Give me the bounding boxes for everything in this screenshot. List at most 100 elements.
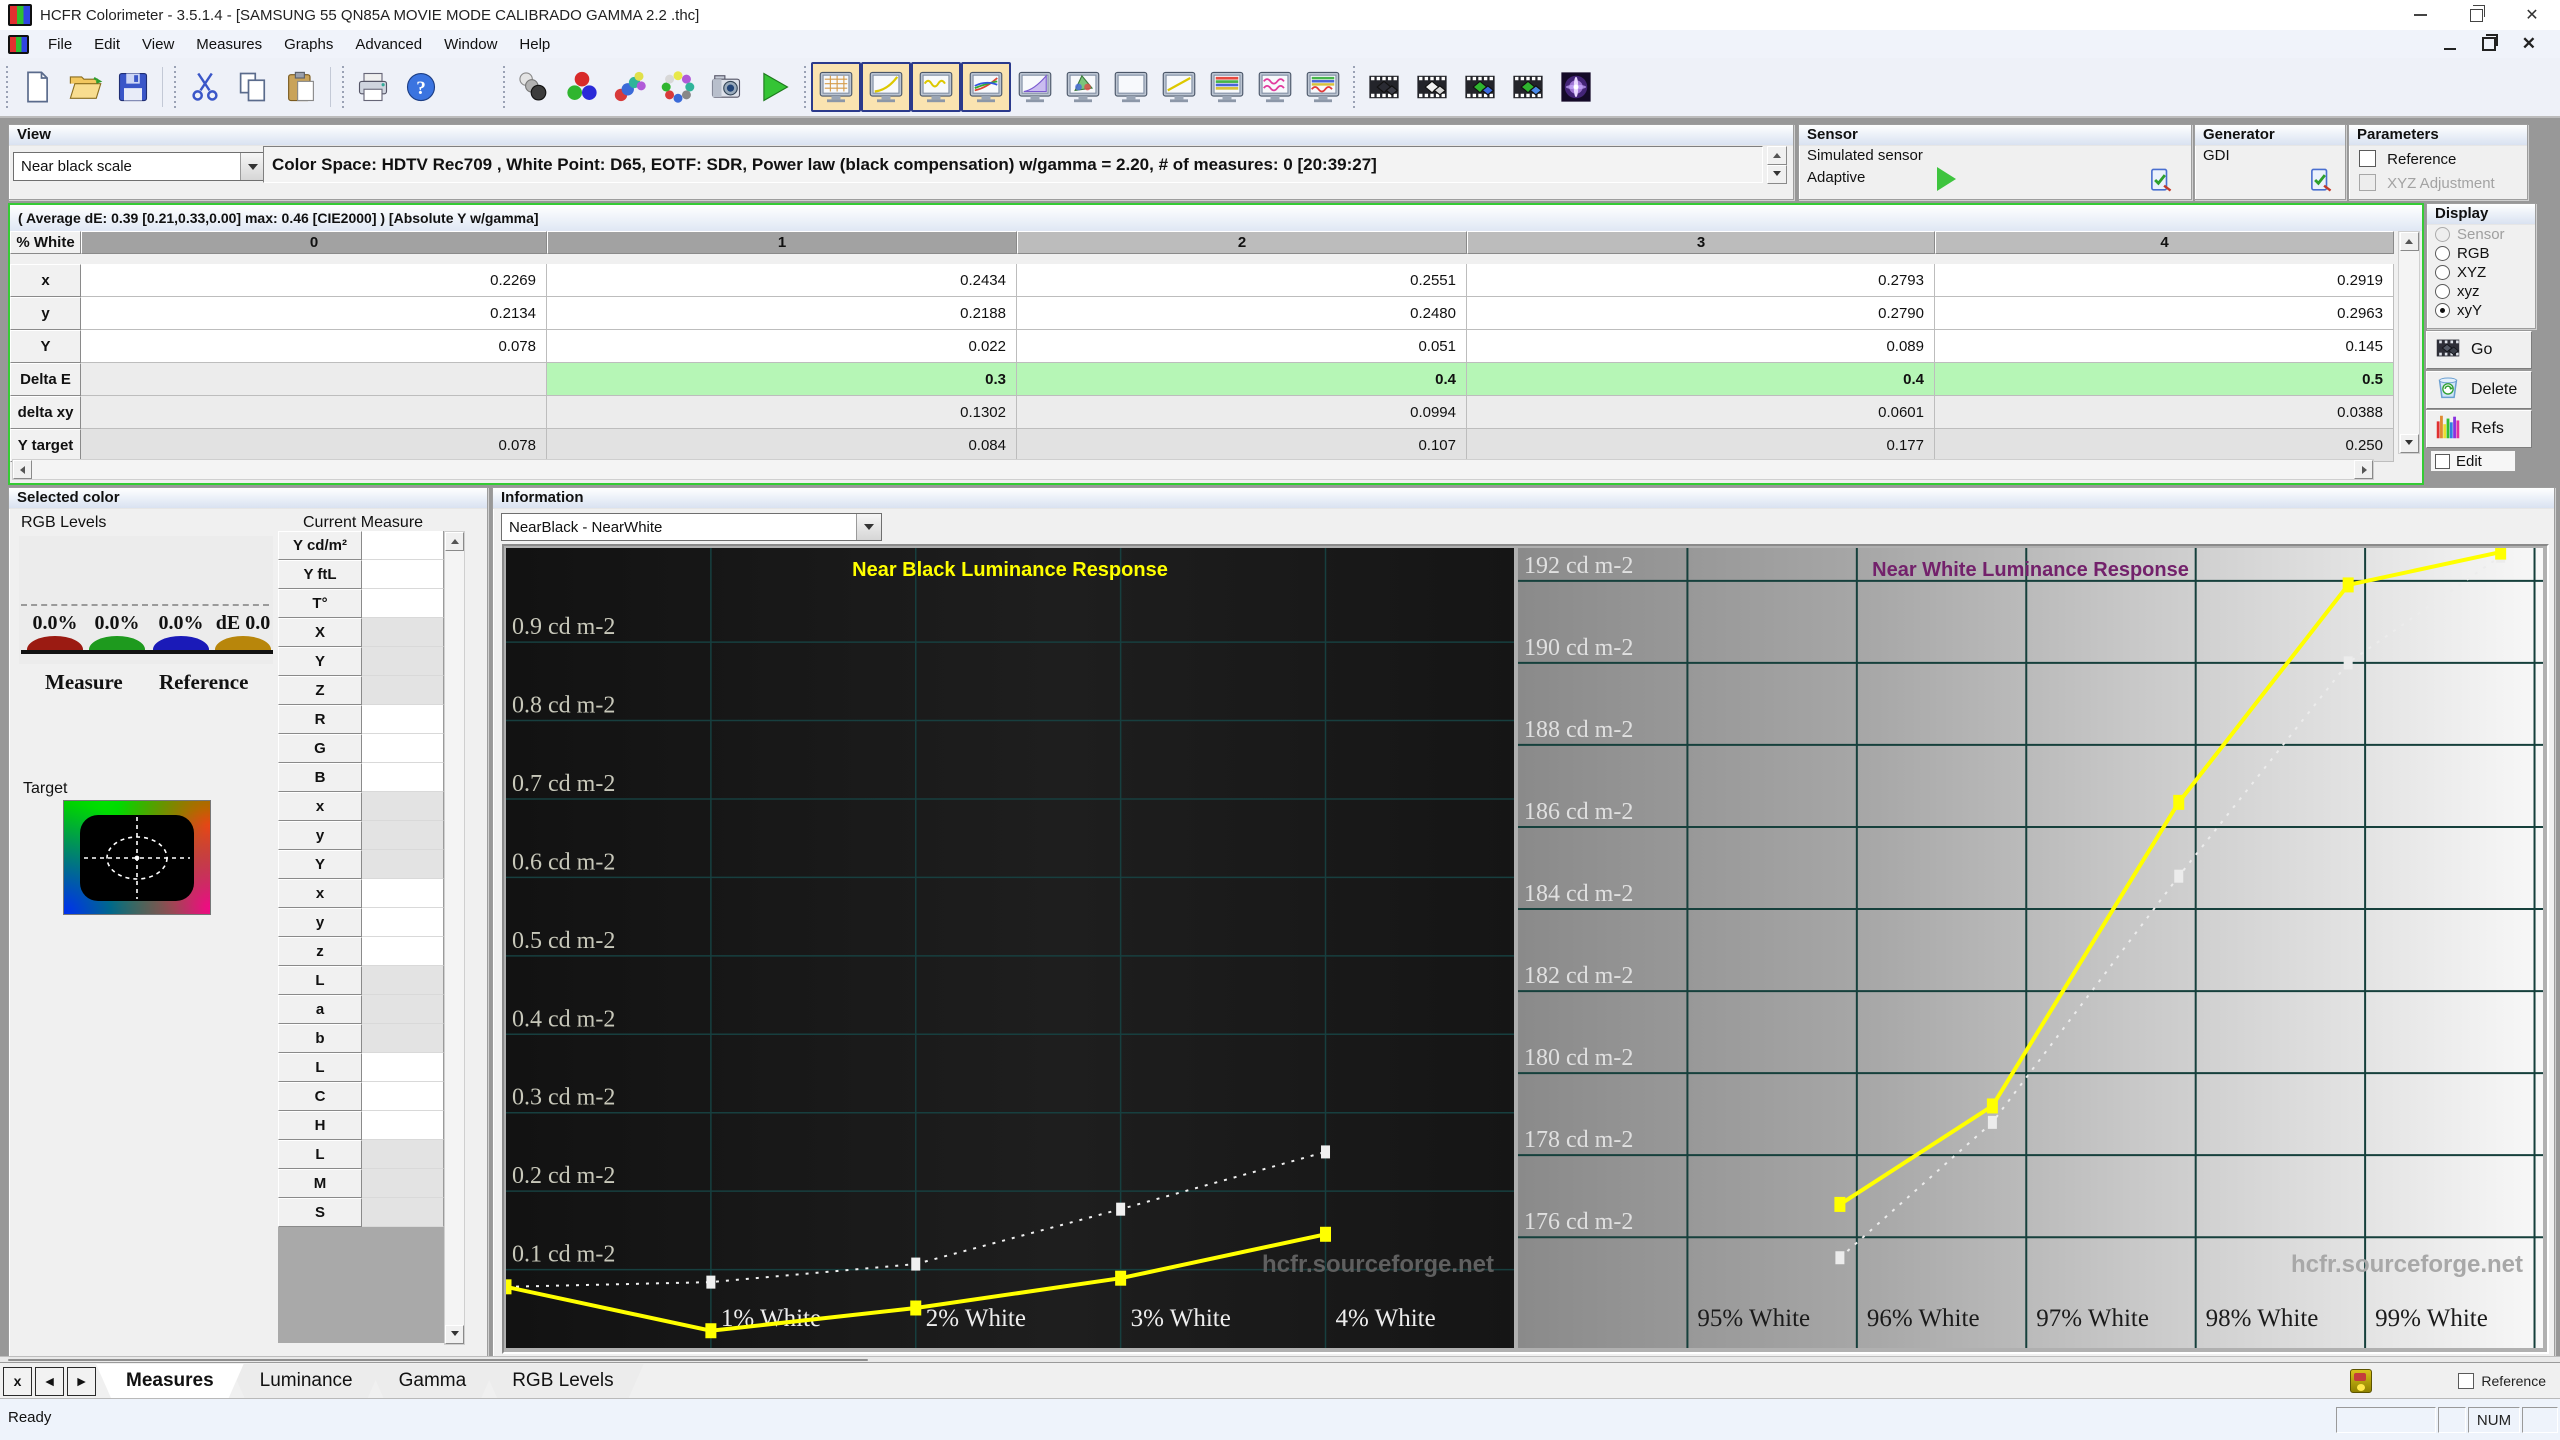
measure-row-value[interactable] <box>362 618 444 647</box>
status-reference-checkbox[interactable] <box>2458 1373 2475 1389</box>
table-cell[interactable]: 0.2790 <box>1467 297 1935 330</box>
status-reference-toggle[interactable]: Reference <box>2458 1373 2546 1389</box>
tab-measures[interactable]: Measures <box>96 1364 244 1398</box>
scroll-down-icon[interactable] <box>2399 434 2419 453</box>
view-color-stripes-button[interactable] <box>1203 63 1251 111</box>
tab-luminance[interactable]: Luminance <box>230 1364 383 1398</box>
menu-item-advanced[interactable]: Advanced <box>344 32 433 57</box>
go-button[interactable]: Go <box>2426 331 2532 369</box>
cut-button[interactable] <box>181 63 229 111</box>
measure-row-value[interactable] <box>362 792 444 821</box>
measure-row-value[interactable] <box>362 705 444 734</box>
measure-row-value[interactable] <box>362 1024 444 1053</box>
restore-button[interactable] <box>2448 0 2504 30</box>
copy-button[interactable] <box>229 63 277 111</box>
table-column-header-2[interactable]: 2 <box>1017 231 1467 254</box>
reference-checkbox[interactable] <box>2359 150 2376 167</box>
table-horizontal-scrollbar[interactable] <box>12 459 2374 480</box>
table-cell[interactable]: 0.2919 <box>1935 264 2394 297</box>
measure-grayscale-button[interactable] <box>510 63 558 111</box>
scale-select[interactable]: Near black scale <box>13 152 266 181</box>
scroll-left-icon[interactable] <box>13 460 32 479</box>
mdi-restore-button[interactable] <box>2481 33 2499 51</box>
table-column-header-0[interactable]: 0 <box>81 231 547 254</box>
display-option-xyz[interactable]: XYZ <box>2427 263 2535 282</box>
tab-close-button[interactable]: x <box>3 1366 32 1396</box>
table-cell[interactable]: 0.2963 <box>1935 297 2394 330</box>
measure-row-value[interactable] <box>362 908 444 937</box>
mdi-minimize-button[interactable] <box>2443 47 2456 51</box>
new-file-button[interactable] <box>13 63 61 111</box>
menu-item-help[interactable]: Help <box>508 32 561 57</box>
reference-checkbox-row[interactable]: Reference <box>2359 150 2456 168</box>
measure-count-spinner[interactable] <box>1767 146 1787 184</box>
table-cell[interactable]: 0.2269 <box>81 264 547 297</box>
view-stripes-wave-button[interactable] <box>1299 63 1347 111</box>
refs-button[interactable]: Refs <box>2426 410 2532 448</box>
display-option-rgb[interactable]: RGB <box>2427 244 2535 263</box>
measure-primaries-button[interactable] <box>558 63 606 111</box>
measure-table-scrollbar[interactable] <box>444 531 465 1345</box>
menu-item-file[interactable]: File <box>37 32 83 57</box>
information-select-arrow-icon[interactable] <box>856 514 881 540</box>
film-light-button[interactable] <box>1408 63 1456 111</box>
view-violet-curve-button[interactable] <box>1011 63 1059 111</box>
close-button[interactable]: ✕ <box>2504 0 2560 30</box>
galaxy-pattern-button[interactable] <box>1552 63 1600 111</box>
table-cell[interactable]: 0.078 <box>81 330 547 363</box>
mdi-close-button[interactable]: ✕ <box>2522 34 2536 54</box>
delete-button[interactable]: Delete <box>2426 370 2532 409</box>
table-cell[interactable] <box>81 396 547 429</box>
table-column-header-3[interactable]: 3 <box>1467 231 1935 254</box>
measure-row-value[interactable] <box>362 589 444 618</box>
save-button[interactable] <box>109 63 157 111</box>
edit-toggle[interactable]: Edit <box>2430 450 2516 472</box>
measure-row-value[interactable] <box>362 966 444 995</box>
paste-button[interactable] <box>277 63 325 111</box>
scroll-up-icon[interactable] <box>2399 232 2419 251</box>
table-cell[interactable]: 0.107 <box>1017 429 1467 462</box>
table-cell[interactable]: 0.078 <box>81 429 547 462</box>
tab-scroll-left-button[interactable]: ◄ <box>35 1366 64 1396</box>
table-cell[interactable]: 0.2793 <box>1467 264 1935 297</box>
print-button[interactable] <box>349 63 397 111</box>
tab-scroll-right-button[interactable]: ► <box>67 1366 96 1396</box>
table-cell[interactable]: 0.2434 <box>547 264 1017 297</box>
measure-row-value[interactable] <box>362 1140 444 1169</box>
measure-row-value[interactable] <box>362 1053 444 1082</box>
menu-item-measures[interactable]: Measures <box>185 32 273 57</box>
run-continuous-measures-button[interactable] <box>750 63 798 111</box>
table-cell[interactable]: 0.022 <box>547 330 1017 363</box>
table-cell[interactable]: 0.177 <box>1467 429 1935 462</box>
generator-lamp-icon[interactable] <box>2350 1369 2373 1393</box>
view-yellow-line-button[interactable] <box>1155 63 1203 111</box>
table-cell[interactable]: 0.1302 <box>547 396 1017 429</box>
menu-item-view[interactable]: View <box>131 32 185 57</box>
spinner-up-icon[interactable] <box>1767 146 1787 165</box>
menu-item-edit[interactable]: Edit <box>83 32 131 57</box>
scroll-down-icon[interactable] <box>445 1325 464 1344</box>
table-cell[interactable]: 0.2134 <box>81 297 547 330</box>
measure-row-value[interactable] <box>362 560 444 589</box>
view-luminance-curve-button[interactable] <box>911 62 961 112</box>
information-view-select[interactable]: NearBlack - NearWhite <box>501 513 882 541</box>
table-cell[interactable]: 0.4 <box>1467 363 1935 396</box>
scroll-up-icon[interactable] <box>445 532 464 551</box>
table-cell[interactable]: 0.0994 <box>1017 396 1467 429</box>
measure-row-value[interactable] <box>362 937 444 966</box>
table-cell[interactable]: 0.0388 <box>1935 396 2394 429</box>
measure-row-value[interactable] <box>362 879 444 908</box>
film-color-primary-button[interactable] <box>1456 63 1504 111</box>
capture-single-measure-button[interactable] <box>702 63 750 111</box>
sensor-run-icon[interactable] <box>1937 167 1968 191</box>
table-cell[interactable]: 0.0601 <box>1467 396 1935 429</box>
open-file-button[interactable] <box>61 63 109 111</box>
help-button[interactable]: ? <box>397 63 445 111</box>
table-cell[interactable]: 0.145 <box>1935 330 2394 363</box>
spinner-down-icon[interactable] <box>1767 165 1787 184</box>
view-magenta-waves-button[interactable] <box>1251 63 1299 111</box>
measure-row-value[interactable] <box>362 1111 444 1140</box>
minimize-button[interactable] <box>2392 0 2448 30</box>
table-cell[interactable]: 0.5 <box>1935 363 2394 396</box>
table-column-header-1[interactable]: 1 <box>547 231 1017 254</box>
